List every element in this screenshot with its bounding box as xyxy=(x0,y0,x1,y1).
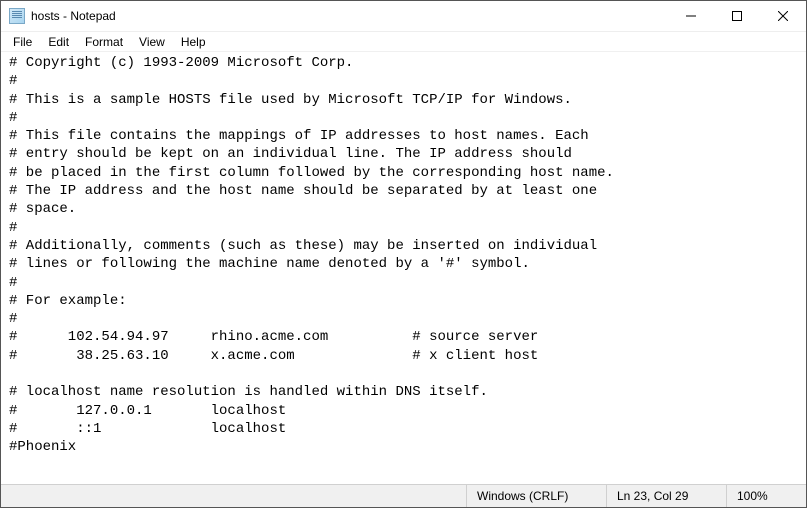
minimize-button[interactable] xyxy=(668,1,714,31)
titlebar: hosts - Notepad xyxy=(1,1,806,32)
window-controls xyxy=(668,1,806,31)
menu-edit[interactable]: Edit xyxy=(40,33,77,51)
status-line-ending: Windows (CRLF) xyxy=(466,485,606,507)
notepad-icon xyxy=(9,8,25,24)
menubar: File Edit Format View Help xyxy=(1,32,806,52)
statusbar: Windows (CRLF) Ln 23, Col 29 100% xyxy=(1,484,806,507)
menu-view[interactable]: View xyxy=(131,33,173,51)
close-button[interactable] xyxy=(760,1,806,31)
menu-help[interactable]: Help xyxy=(173,33,214,51)
status-cursor-position: Ln 23, Col 29 xyxy=(606,485,726,507)
window-title: hosts - Notepad xyxy=(31,9,668,23)
maximize-button[interactable] xyxy=(714,1,760,31)
status-zoom: 100% xyxy=(726,485,806,507)
menu-format[interactable]: Format xyxy=(77,33,131,51)
text-editor[interactable]: # Copyright (c) 1993-2009 Microsoft Corp… xyxy=(1,52,806,484)
menu-file[interactable]: File xyxy=(5,33,40,51)
